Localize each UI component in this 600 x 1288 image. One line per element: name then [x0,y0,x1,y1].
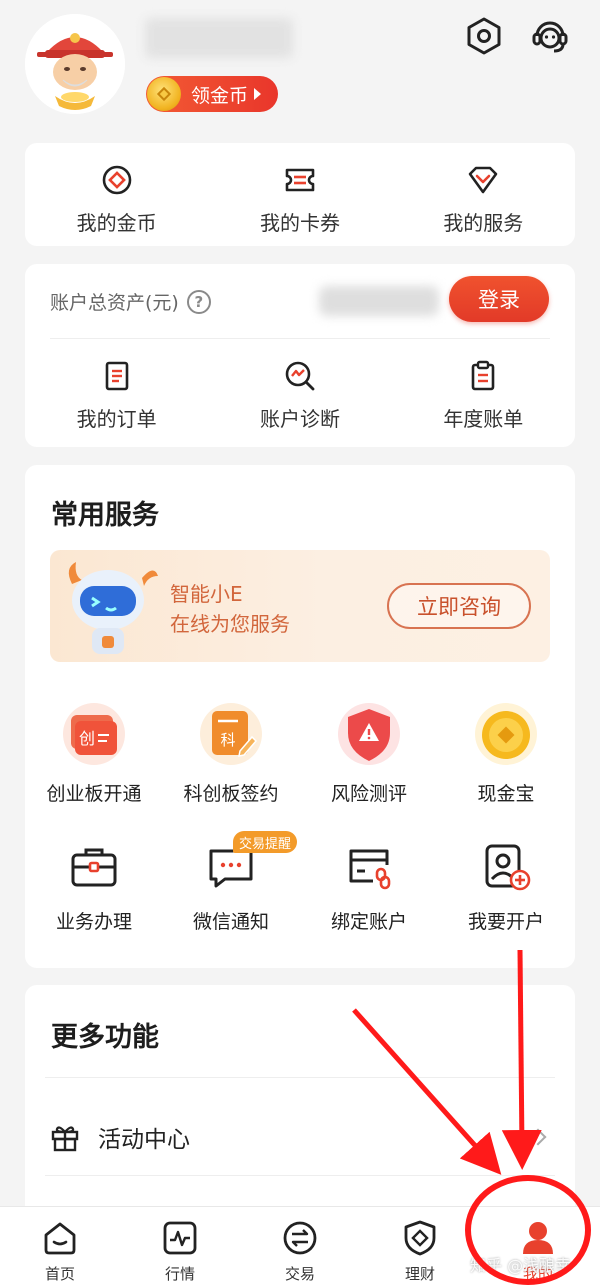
gem-board-open-entry[interactable]: 创 创业板开通 [25,701,163,806]
quick-menu-card: 我的金币 我的卡券 我的服务 [25,143,575,246]
my-coupons-label: 我的卡券 [259,211,340,235]
nav-finance[interactable]: 理财 [375,1219,465,1284]
caishen-avatar-icon [25,14,125,114]
open-account-label: 我要开户 [467,911,544,933]
total-assets-label: 账户总资产(元) [50,292,179,314]
robot-mascot-icon [68,562,158,654]
divider [50,338,550,339]
business-handling-label: 业务办理 [55,911,132,933]
nav-home[interactable]: 首页 [15,1219,105,1284]
wechat-notify-label: 微信通知 [192,911,269,933]
gift-icon [51,1126,79,1152]
customer-service-icon[interactable] [530,16,570,56]
order-icon [105,361,128,391]
star-market-glyph: 科 [220,731,235,749]
card-link-icon [349,849,391,890]
arrow-right-icon [254,88,262,100]
common-services-title: 常用服务 [51,500,159,531]
risk-assessment-entry[interactable]: 风险测评 [300,701,438,806]
account-diagnosis-entry[interactable]: 账户诊断 [208,359,391,432]
watermark-text: 知乎 @浅酿幸 [470,1256,572,1275]
cash-treasure-entry[interactable]: 现金宝 [437,701,575,806]
chart-line-icon [163,1221,197,1255]
star-market-sign-entry[interactable]: 科 科创板签约 [162,701,300,806]
smart-e-banner[interactable]: 智能小E 在线为您服务 立即咨询 [50,550,550,662]
coin-diamond-icon [102,165,131,195]
my-orders-entry[interactable]: 我的订单 [25,359,208,432]
settings-hexagon-icon[interactable] [464,16,504,56]
open-account-entry[interactable]: 我要开户 [437,841,575,934]
business-handling-entry[interactable]: 业务办理 [25,841,163,934]
nav-finance-label: 理财 [404,1265,435,1283]
person-add-icon [485,844,531,891]
claim-coins-label: 领金币 [191,84,249,107]
shield-warning-icon [338,703,400,765]
home-icon [44,1222,76,1255]
cash-treasure-label: 现金宝 [477,783,535,805]
login-button[interactable]: 登录 [449,276,549,322]
gold-coin-large-icon [475,703,537,765]
my-coupons-entry[interactable]: 我的卡券 [208,163,391,236]
wechat-notify-entry[interactable]: 微信通知 [162,841,300,934]
avatar[interactable] [25,14,125,114]
bind-account-label: 绑定账户 [330,911,407,933]
nav-market-label: 行情 [164,1265,195,1283]
shield-diamond-icon [404,1220,436,1256]
nav-market[interactable]: 行情 [135,1219,225,1284]
star-market-label: 科创板签约 [183,783,279,805]
chevron-right-icon [529,1128,547,1146]
briefcase-icon [71,848,117,887]
assets-value-redacted [319,286,439,316]
total-assets-row: 账户总资产(元) ? [50,288,211,315]
my-orders-label: 我的订单 [76,407,157,431]
my-coins-entry[interactable]: 我的金币 [25,163,208,236]
more-features-title: 更多功能 [51,1022,159,1053]
common-services-card: 常用服务 智能小E 在线为您服务 立即咨询 创 创业板开通 科 科创板签约 风险… [25,465,575,968]
consult-now-button[interactable]: 立即咨询 [387,583,531,629]
gem-board-glyph: 创 [79,729,95,748]
ticket-icon [285,168,315,192]
username-redacted [145,18,293,58]
more-features-card: 更多功能 活动中心 [25,985,575,1225]
diagnosis-icon [285,361,315,391]
gem-board-label: 创业板开通 [46,783,142,805]
gold-coin-icon [147,77,181,111]
my-coins-label: 我的金币 [76,211,157,235]
bill-icon [472,360,495,391]
nav-home-label: 首页 [44,1265,75,1283]
trade-reminder-badge: 交易提醒 [233,831,298,853]
annual-bill-entry[interactable]: 年度账单 [392,359,575,432]
bind-account-entry[interactable]: 绑定账户 [300,841,438,934]
account-card: 账户总资产(元) ? 登录 我的订单 账户诊断 年度账单 [25,264,575,447]
help-circle-icon[interactable]: ? [186,289,211,314]
nav-trade-label: 交易 [284,1265,315,1283]
risk-assessment-label: 风险测评 [330,783,407,805]
divider [45,1077,555,1078]
account-diagnosis-label: 账户诊断 [259,407,340,431]
banner-title: 智能小E [170,582,243,606]
activity-center-row[interactable]: 活动中心 [50,1105,550,1169]
banner-subtitle: 在线为您服务 [170,612,290,636]
star-market-icon: 科 [200,703,262,765]
divider [45,1175,555,1176]
nav-trade[interactable]: 交易 [255,1219,345,1284]
annual-bill-label: 年度账单 [443,407,524,431]
gem-board-icon: 创 [63,703,125,765]
my-services-label: 我的服务 [443,211,524,235]
claim-coins-button[interactable]: 领金币 [146,76,278,112]
my-services-entry[interactable]: 我的服务 [392,163,575,236]
gem-check-icon [469,166,498,194]
exchange-icon [283,1221,317,1255]
activity-center-label: 活动中心 [98,1127,190,1153]
